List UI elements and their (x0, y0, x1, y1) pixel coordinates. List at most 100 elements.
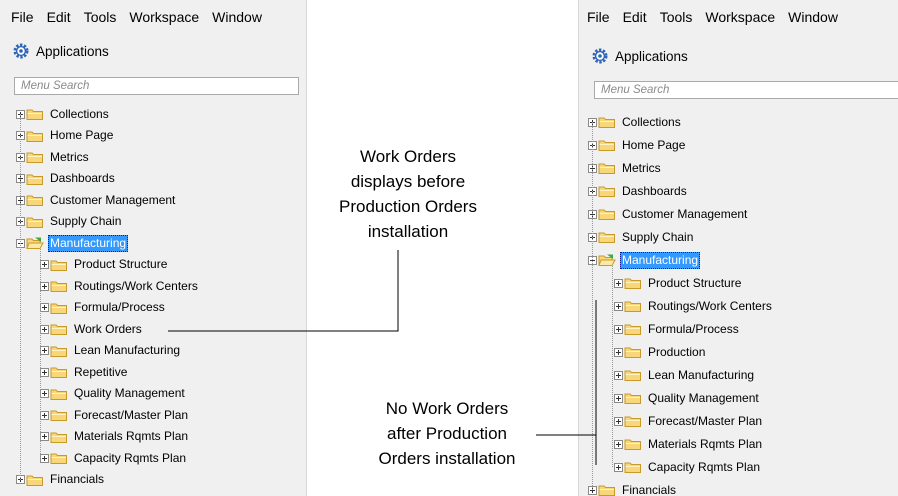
folder-icon (598, 232, 615, 243)
expander-icon[interactable] (40, 260, 49, 269)
tree-item-label: Work Orders (74, 321, 142, 336)
tree-item-top[interactable]: Financials (588, 480, 678, 496)
menu-window[interactable]: Window (212, 9, 262, 25)
folder-icon (624, 370, 641, 381)
tree-item-top[interactable]: Supply Chain (588, 227, 695, 247)
tree-item-child[interactable]: Materials Rqmts Plan (614, 434, 764, 454)
tree-item-child[interactable]: Materials Rqmts Plan (40, 427, 190, 447)
menu-workspace[interactable]: Workspace (129, 9, 199, 25)
expander-icon[interactable] (614, 324, 623, 334)
tree-item-child[interactable]: Quality Management (40, 384, 187, 404)
tree-item-top[interactable]: Customer Management (588, 204, 749, 224)
tree-item-top[interactable]: Customer Management (16, 190, 177, 210)
expander-icon[interactable] (40, 303, 49, 312)
menu-file[interactable]: File (11, 9, 34, 25)
expander-icon[interactable] (614, 301, 623, 311)
folder-icon (624, 324, 641, 335)
tree-item-top[interactable]: Collections (16, 104, 111, 124)
tree-item-child[interactable]: Forecast/Master Plan (614, 411, 764, 431)
menu-window[interactable]: Window (788, 9, 838, 25)
folder-icon (50, 367, 67, 378)
expander-icon[interactable] (614, 278, 623, 288)
tree-item-label: Formula/Process (648, 321, 739, 336)
expander-icon[interactable] (614, 416, 623, 426)
tree-item-label: Supply Chain (50, 214, 122, 228)
tree-item-child[interactable]: Lean Manufacturing (614, 365, 756, 385)
tree-item-child[interactable]: Product Structure (614, 273, 743, 293)
tree-item-top[interactable]: Dashboards (588, 181, 689, 201)
tree-item-label: Formula/Process (74, 300, 165, 314)
menu-bar: File Edit Tools Workspace Window (0, 0, 306, 34)
expander-icon[interactable] (40, 346, 49, 355)
expander-icon[interactable] (40, 453, 49, 463)
tree-item-child[interactable]: Capacity Rqmts Plan (614, 457, 762, 477)
tree-item-label: Production (648, 344, 706, 359)
menu-search-input[interactable]: Menu Search (14, 77, 299, 95)
callout-line: Orders installation (378, 449, 516, 468)
folder-icon (50, 281, 67, 292)
folder-icon (50, 260, 67, 271)
expander-icon[interactable] (614, 347, 623, 357)
folder-icon (26, 217, 43, 228)
expander-icon[interactable] (614, 462, 623, 472)
tree-item-label: Lean Manufacturing (74, 343, 181, 357)
menu-bar: File Edit Tools Workspace Window (579, 0, 898, 34)
tree-item-label: Forecast/Master Plan (74, 407, 189, 422)
tree-item-label: Financials (622, 482, 677, 496)
tree-item-manufacturing[interactable]: Manufacturing (588, 250, 701, 270)
tree-item-child[interactable]: Capacity Rqmts Plan (40, 448, 188, 468)
menu-tools[interactable]: Tools (660, 9, 693, 25)
tree-item-child[interactable]: Forecast/Master Plan (40, 405, 190, 425)
menu-file[interactable]: File (587, 9, 610, 25)
folder-icon (50, 410, 67, 421)
tree-item-child[interactable]: Lean Manufacturing (40, 341, 182, 361)
tree-item-label: Product Structure (648, 275, 742, 290)
expander-icon[interactable] (40, 281, 49, 291)
tree-item-child[interactable]: Formula/Process (614, 319, 741, 339)
tree-item-child[interactable]: Production (614, 342, 707, 362)
expander-icon[interactable] (40, 367, 49, 377)
callout-work-orders-before: Work Orders displays before Production O… (319, 144, 497, 244)
menu-workspace[interactable]: Workspace (705, 9, 775, 25)
tree-item-child[interactable]: Repetitive (40, 362, 129, 382)
tree-item-label: Customer Management (622, 206, 748, 221)
tree-item-top[interactable]: Supply Chain (16, 212, 123, 232)
tree-item-label: Routings/Work Centers (74, 278, 198, 293)
tree-item-child[interactable]: Product Structure (40, 255, 169, 275)
tree-item-top[interactable]: Home Page (16, 126, 115, 146)
tree-item-top[interactable]: Collections (588, 112, 683, 132)
tree-item-top[interactable]: Financials (16, 470, 106, 490)
tree-item-manufacturing[interactable]: Manufacturing (16, 233, 129, 253)
tree-item-label: Quality Management (648, 390, 759, 405)
applications-header: Applications (12, 42, 306, 60)
expander-icon[interactable] (614, 393, 623, 403)
expander-icon[interactable] (614, 370, 623, 380)
tree-item-label: Routings/Work Centers (648, 298, 772, 313)
folder-icon (50, 346, 67, 357)
tree-item-child[interactable]: Routings/Work Centers (40, 276, 200, 296)
tree-item-child[interactable]: Routings/Work Centers (614, 296, 774, 316)
expander-icon[interactable] (40, 410, 49, 420)
tree-item-child[interactable]: Work Orders (40, 319, 144, 339)
menu-search-input[interactable]: Menu Search (594, 81, 898, 99)
tree-item-top[interactable]: Metrics (588, 158, 663, 178)
expander-icon[interactable] (614, 439, 623, 449)
tree-item-label: Metrics (50, 149, 89, 164)
menu-edit[interactable]: Edit (623, 9, 647, 25)
callout-line: installation (367, 222, 449, 241)
tree-item-top[interactable]: Dashboards (16, 169, 117, 189)
tree-item-top[interactable]: Metrics (16, 147, 91, 167)
tree-item-label: Dashboards (622, 183, 687, 198)
tree-guide-line (20, 114, 21, 480)
gear-icon (592, 48, 608, 64)
tree-guide-line (592, 122, 593, 490)
tree-item-top[interactable]: Home Page (588, 135, 687, 155)
menu-edit[interactable]: Edit (47, 9, 71, 25)
expander-icon[interactable] (40, 324, 49, 334)
menu-tools[interactable]: Tools (84, 9, 117, 25)
expander-icon[interactable] (40, 432, 49, 441)
tree-item-child[interactable]: Quality Management (614, 388, 761, 408)
tree-item-child[interactable]: Formula/Process (40, 298, 167, 318)
expander-icon[interactable] (40, 389, 49, 398)
folder-icon (624, 439, 641, 450)
